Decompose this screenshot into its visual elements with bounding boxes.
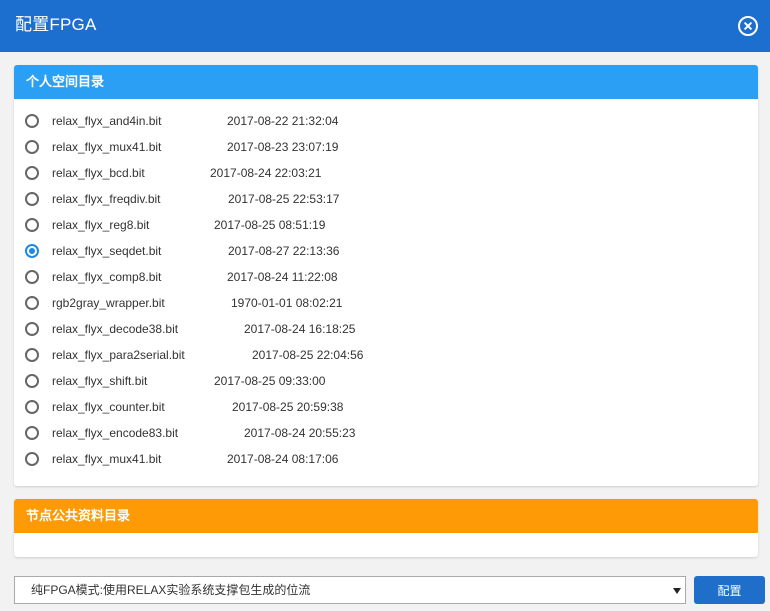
file-name: relax_flyx_encode83.bit xyxy=(52,426,179,440)
file-item[interactable]: relax_flyx_encode83.bit 2017-08-24 20:55:… xyxy=(14,419,758,445)
file-radio[interactable] xyxy=(25,244,39,258)
personal-space-header: 个人空间目录 xyxy=(14,65,758,99)
file-date: 1970-01-01 08:02:21 xyxy=(231,296,343,310)
chevron-down-icon xyxy=(673,588,681,594)
file-date: 2017-08-24 08:17:06 xyxy=(227,452,339,466)
file-radio[interactable] xyxy=(25,166,39,180)
file-name: rgb2gray_wrapper.bit xyxy=(52,296,165,310)
file-item[interactable]: relax_flyx_comp8.bit 2017-08-24 11:22:08 xyxy=(14,263,758,289)
file-item[interactable]: relax_flyx_shift.bit 2017-08-25 09:33:00 xyxy=(14,367,758,393)
file-name: relax_flyx_and4in.bit xyxy=(52,114,162,128)
file-item[interactable]: relax_flyx_freqdiv.bit 2017-08-25 22:53:1… xyxy=(14,185,758,211)
file-name: relax_flyx_freqdiv.bit xyxy=(52,192,161,206)
file-item[interactable]: relax_flyx_bcd.bit 2017-08-24 22:03:21 xyxy=(14,159,758,185)
file-date: 2017-08-27 22:13:36 xyxy=(228,244,340,258)
configure-button[interactable]: 配置 xyxy=(694,576,765,604)
file-item[interactable]: relax_flyx_and4in.bit 2017-08-22 21:32:04 xyxy=(14,107,758,133)
file-date: 2017-08-25 22:53:17 xyxy=(228,192,340,206)
file-radio[interactable] xyxy=(25,114,39,128)
file-date: 2017-08-24 20:55:23 xyxy=(244,426,356,440)
file-name: relax_flyx_mux41.bit xyxy=(52,452,162,466)
file-item[interactable]: relax_flyx_mux41.bit 2017-08-24 08:17:06 xyxy=(14,445,758,471)
public-resource-header: 节点公共资料目录 xyxy=(14,499,758,533)
file-date: 2017-08-25 09:33:00 xyxy=(214,374,326,388)
file-name: relax_flyx_seqdet.bit xyxy=(52,244,162,258)
dialog-titlebar: 配置FPGA xyxy=(0,0,770,52)
personal-space-panel: 个人空间目录 relax_flyx_and4in.bit 2017-08-22 2… xyxy=(14,65,758,486)
file-name: relax_flyx_para2serial.bit xyxy=(52,348,185,362)
file-name: relax_flyx_bcd.bit xyxy=(52,166,145,180)
file-name: relax_flyx_mux41.bit xyxy=(52,140,162,154)
file-radio[interactable] xyxy=(25,452,39,466)
mode-select[interactable]: 纯FPGA模式:使用RELAX实验系统支撑包生成的位流 xyxy=(14,576,686,604)
file-radio[interactable] xyxy=(25,270,39,284)
file-name: relax_flyx_reg8.bit xyxy=(52,218,150,232)
file-radio[interactable] xyxy=(25,296,39,310)
file-date: 2017-08-22 21:32:04 xyxy=(227,114,339,128)
dialog-title: 配置FPGA xyxy=(15,15,97,34)
bottom-bar: 纯FPGA模式:使用RELAX实验系统支撑包生成的位流 配置 xyxy=(14,576,765,604)
file-item[interactable]: relax_flyx_para2serial.bit 2017-08-25 22:… xyxy=(14,341,758,367)
file-radio[interactable] xyxy=(25,322,39,336)
file-name: relax_flyx_comp8.bit xyxy=(52,270,162,284)
file-name: relax_flyx_shift.bit xyxy=(52,374,148,388)
file-date: 2017-08-24 22:03:21 xyxy=(210,166,322,180)
file-date: 2017-08-24 11:22:08 xyxy=(227,270,338,284)
file-radio[interactable] xyxy=(25,140,39,154)
file-item[interactable]: relax_flyx_counter.bit 2017-08-25 20:59:3… xyxy=(14,393,758,419)
close-icon[interactable] xyxy=(738,16,758,36)
file-item[interactable]: rgb2gray_wrapper.bit 1970-01-01 08:02:21 xyxy=(14,289,758,315)
public-resource-panel: 节点公共资料目录 xyxy=(14,499,758,557)
file-item[interactable]: relax_flyx_mux41.bit 2017-08-23 23:07:19 xyxy=(14,133,758,159)
file-item[interactable]: relax_flyx_decode38.bit 2017-08-24 16:18:… xyxy=(14,315,758,341)
file-list: relax_flyx_and4in.bit 2017-08-22 21:32:04… xyxy=(14,99,758,471)
file-date: 2017-08-25 22:04:56 xyxy=(252,348,364,362)
file-item[interactable]: relax_flyx_reg8.bit 2017-08-25 08:51:19 xyxy=(14,211,758,237)
file-name: relax_flyx_decode38.bit xyxy=(52,322,179,336)
file-radio[interactable] xyxy=(25,374,39,388)
file-radio[interactable] xyxy=(25,348,39,362)
file-date: 2017-08-24 16:18:25 xyxy=(244,322,356,336)
file-date: 2017-08-25 08:51:19 xyxy=(214,218,326,232)
file-date: 2017-08-23 23:07:19 xyxy=(227,140,339,154)
file-item[interactable]: relax_flyx_seqdet.bit 2017-08-27 22:13:36 xyxy=(14,237,758,263)
file-radio[interactable] xyxy=(25,192,39,206)
file-radio[interactable] xyxy=(25,218,39,232)
file-radio[interactable] xyxy=(25,426,39,440)
configure-fpga-dialog: 配置FPGA 个人空间目录 relax_flyx_and4in.bit 2017-… xyxy=(0,0,770,611)
mode-select-value: 纯FPGA模式:使用RELAX实验系统支撑包生成的位流 xyxy=(31,583,311,597)
file-radio[interactable] xyxy=(25,400,39,414)
file-name: relax_flyx_counter.bit xyxy=(52,400,165,414)
file-date: 2017-08-25 20:59:38 xyxy=(232,400,344,414)
